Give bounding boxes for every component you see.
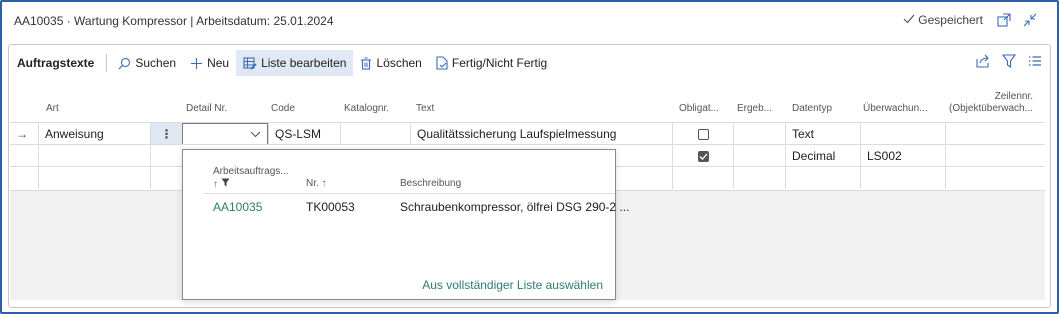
check-icon (903, 13, 915, 27)
cell-art[interactable] (38, 145, 150, 167)
collapse-icon[interactable] (1021, 11, 1039, 29)
cell-spacer (150, 145, 182, 167)
delete-button[interactable]: Löschen (353, 50, 428, 76)
dd-header-divider (203, 193, 615, 194)
edit-list-icon (243, 56, 257, 70)
col-obligat[interactable]: Obligat... (679, 103, 719, 114)
table-row[interactable]: → Anweisung ⋮ QS-LSM Qualitätssicherung … (10, 122, 1045, 145)
col-zeilennr-sub: (Objektüberwach... (949, 103, 1033, 114)
edit-list-button[interactable]: Liste bearbeiten (236, 50, 354, 76)
cell-obligat[interactable] (672, 145, 733, 167)
cell-zeilennr[interactable] (945, 145, 1045, 167)
cell-ergeb[interactable] (733, 145, 785, 167)
chevron-down-icon[interactable] (250, 127, 261, 141)
search-label: Suchen (135, 56, 177, 70)
toolbar-divider (106, 54, 108, 72)
select-from-full-list-link[interactable]: Aus vollständiger Liste auswählen (422, 278, 603, 292)
filter-icon[interactable] (1001, 54, 1017, 71)
cell-obligat[interactable] (672, 167, 733, 189)
col-art[interactable]: Art (46, 103, 59, 114)
cell-zeilennr[interactable] (945, 167, 1045, 189)
col-detail[interactable]: Detail Nr. (186, 103, 227, 114)
plus-icon (190, 57, 203, 70)
cell-zeilennr[interactable] (945, 123, 1045, 145)
search-icon (118, 57, 131, 70)
title-bar: AA10035 · Wartung Kompressor | Arbeitsda… (2, 2, 1057, 40)
cell-text[interactable]: Qualitätssicherung Laufspielmessung (410, 123, 672, 145)
dd-row-beschreibung[interactable]: Schraubenkompressor, ölfrei DSG 290-2 ..… (400, 200, 629, 214)
dd-col-arbeitsauftrag-sort[interactable]: ↑ (213, 178, 230, 190)
row-marker (10, 167, 38, 189)
filter-icon (221, 178, 230, 190)
col-code[interactable]: Code (271, 103, 295, 114)
delete-label: Löschen (376, 56, 422, 70)
new-button[interactable]: Neu (183, 50, 236, 76)
obligat-checkbox[interactable] (697, 128, 709, 140)
cell-ueberwachung[interactable]: LS002 (860, 145, 945, 167)
toolbar-right-icons (976, 54, 1042, 71)
document-check-icon (436, 56, 448, 70)
cell-code[interactable]: QS-LSM (268, 123, 340, 145)
done-label: Fertig/Nicht Fertig (451, 56, 548, 70)
cell-datentyp[interactable]: Text (785, 123, 860, 145)
tab-auftragstexte[interactable]: Auftragstexte (9, 56, 102, 70)
cell-ueberwachung[interactable] (860, 167, 945, 189)
trash-icon (360, 57, 372, 70)
share-icon[interactable] (976, 54, 990, 71)
cell-ergeb[interactable] (733, 167, 785, 189)
row-marker: → (16, 127, 28, 141)
detail-nr-input[interactable] (182, 123, 268, 145)
dd-col-arbeitsauftrag[interactable]: Arbeitsauftrags... (213, 166, 289, 177)
list-view-icon[interactable] (1028, 54, 1042, 71)
dd-row-nr[interactable]: TK00053 (306, 200, 355, 214)
done-toggle-button[interactable]: Fertig/Nicht Fertig (429, 50, 554, 76)
row-more-options-button[interactable]: ⋮ (150, 123, 182, 145)
dd-row-arbeitsauftrag[interactable]: AA10035 (213, 200, 262, 214)
cell-katalog[interactable] (340, 123, 410, 145)
dialog-window: AA10035 · Wartung Kompressor | Arbeitsda… (0, 0, 1059, 314)
cell-art[interactable]: Anweisung (38, 123, 150, 145)
action-bar: Auftragstexte Suchen Neu Liste bearbeite… (9, 45, 1050, 81)
cell-ueberwachung[interactable] (860, 123, 945, 145)
saved-status: Gespeichert (903, 13, 983, 27)
cell-spacer (150, 167, 182, 189)
cell-obligat[interactable] (672, 123, 733, 145)
cell-art[interactable] (38, 167, 150, 189)
dd-col-nr[interactable]: Nr. ↑ (306, 178, 327, 189)
dd-col-beschreibung[interactable]: Beschreibung (400, 178, 461, 189)
open-in-new-window-icon[interactable] (995, 11, 1013, 29)
col-katalog[interactable]: Katalognr. (344, 103, 389, 114)
lookup-dropdown: Arbeitsauftrags... ↑ Nr. ↑ Beschreibung … (182, 149, 629, 300)
cell-datentyp[interactable]: Decimal (785, 145, 860, 167)
cell-datentyp[interactable] (785, 167, 860, 189)
col-text[interactable]: Text (416, 103, 434, 114)
saved-label: Gespeichert (918, 13, 983, 27)
row-marker (10, 145, 38, 167)
sort-ascending-icon: ↑ (213, 178, 218, 190)
col-ergeb[interactable]: Ergeb... (737, 103, 772, 114)
cell-ergeb[interactable] (733, 123, 785, 145)
edit-list-label: Liste bearbeiten (261, 56, 347, 70)
page-title: AA10035 · Wartung Kompressor | Arbeitsda… (14, 14, 334, 28)
col-ueberwachung[interactable]: Überwachun... (863, 103, 927, 114)
col-zeilennr[interactable]: Zeilennr. (995, 91, 1033, 102)
col-datentyp[interactable]: Datentyp (792, 103, 832, 114)
search-button[interactable]: Suchen (111, 50, 183, 76)
new-label: Neu (207, 56, 230, 70)
obligat-checkbox-checked[interactable] (697, 150, 709, 162)
